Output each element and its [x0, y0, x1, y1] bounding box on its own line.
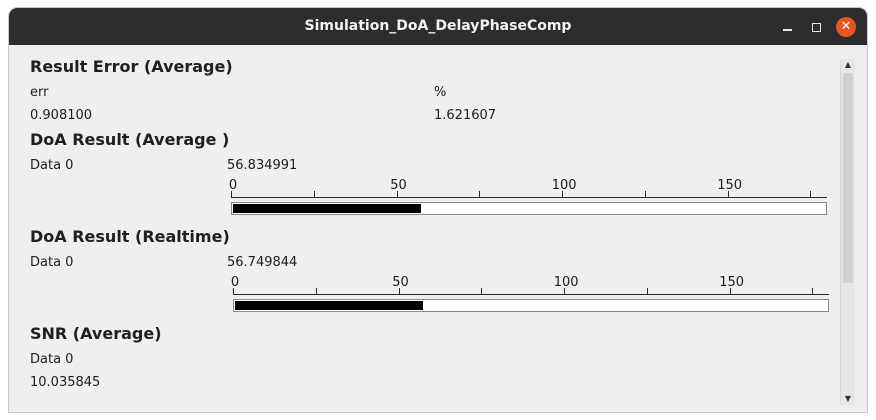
gauge-tick	[315, 288, 317, 294]
doa-average-gauge: 0 50 100 150	[229, 178, 827, 218]
title-bar[interactable]: Simulation_DoA_DelayPhaseComp ✕	[9, 8, 867, 45]
arrow-up-icon[interactable]: ▲	[841, 59, 855, 71]
gauge-axis	[233, 294, 829, 295]
minimize-button[interactable]	[777, 17, 797, 37]
gauge-tick-label: 150	[717, 178, 743, 193]
app-window: Simulation_DoA_DelayPhaseComp ✕ Result E…	[9, 8, 867, 412]
percent-column-label: %	[434, 85, 447, 100]
snr-heading: SNR (Average)	[30, 324, 162, 343]
gauge-tick	[398, 288, 400, 294]
doa-realtime-row-label: Data 0	[30, 255, 74, 270]
gauge-tick	[233, 288, 234, 294]
window-title: Simulation_DoA_DelayPhaseComp	[304, 18, 572, 34]
gauge-fill	[235, 301, 423, 310]
gauge-tick	[810, 191, 812, 197]
doa-average-heading: DoA Result (Average )	[30, 130, 230, 149]
panel-content: Result Error (Average) err % 0.908100 1.…	[9, 45, 867, 412]
gauge-tick	[313, 191, 315, 197]
doa-realtime-heading: DoA Result (Realtime)	[30, 227, 230, 246]
scrollbar-thumb[interactable]	[843, 73, 853, 283]
gauge-tick	[727, 191, 729, 197]
gauge-tick	[564, 288, 566, 294]
gauge-tick	[644, 191, 646, 197]
gauge-fill	[233, 204, 422, 213]
minimize-icon	[782, 29, 792, 31]
snr-value: 10.035845	[30, 375, 101, 390]
gauge-tick-label: 150	[719, 275, 745, 290]
gauge-tick-label: 50	[390, 178, 407, 193]
gauge-track	[231, 202, 827, 215]
result-error-heading: Result Error (Average)	[30, 57, 233, 76]
vertical-scrollbar[interactable]: ▲ ▼	[840, 59, 855, 405]
gauge-tick-label: 100	[553, 275, 579, 290]
gauge-tick	[231, 191, 232, 197]
percent-value: 1.621607	[434, 108, 497, 123]
doa-realtime-gauge: 0 50 100 150	[231, 275, 829, 315]
maximize-button[interactable]	[806, 17, 826, 37]
err-column-label: err	[30, 85, 49, 100]
doa-realtime-value: 56.749844	[227, 255, 298, 270]
doa-average-row-label: Data 0	[30, 158, 74, 173]
maximize-icon	[811, 22, 821, 32]
gauge-track	[233, 299, 829, 312]
arrow-down-icon[interactable]: ▼	[841, 393, 855, 405]
close-button[interactable]: ✕	[836, 17, 856, 37]
gauge-tick	[479, 191, 481, 197]
gauge-tick-label: 50	[392, 275, 409, 290]
gauge-axis	[231, 197, 827, 198]
gauge-tick	[646, 288, 648, 294]
gauge-tick	[481, 288, 483, 294]
gauge-tick	[562, 191, 564, 197]
snr-row-label: Data 0	[30, 352, 74, 367]
gauge-tick	[729, 288, 731, 294]
gauge-tick	[396, 191, 398, 197]
gauge-tick-label: 100	[551, 178, 577, 193]
close-icon: ✕	[840, 19, 852, 34]
doa-average-value: 56.834991	[227, 158, 298, 173]
err-value: 0.908100	[30, 108, 93, 123]
gauge-tick	[812, 288, 814, 294]
